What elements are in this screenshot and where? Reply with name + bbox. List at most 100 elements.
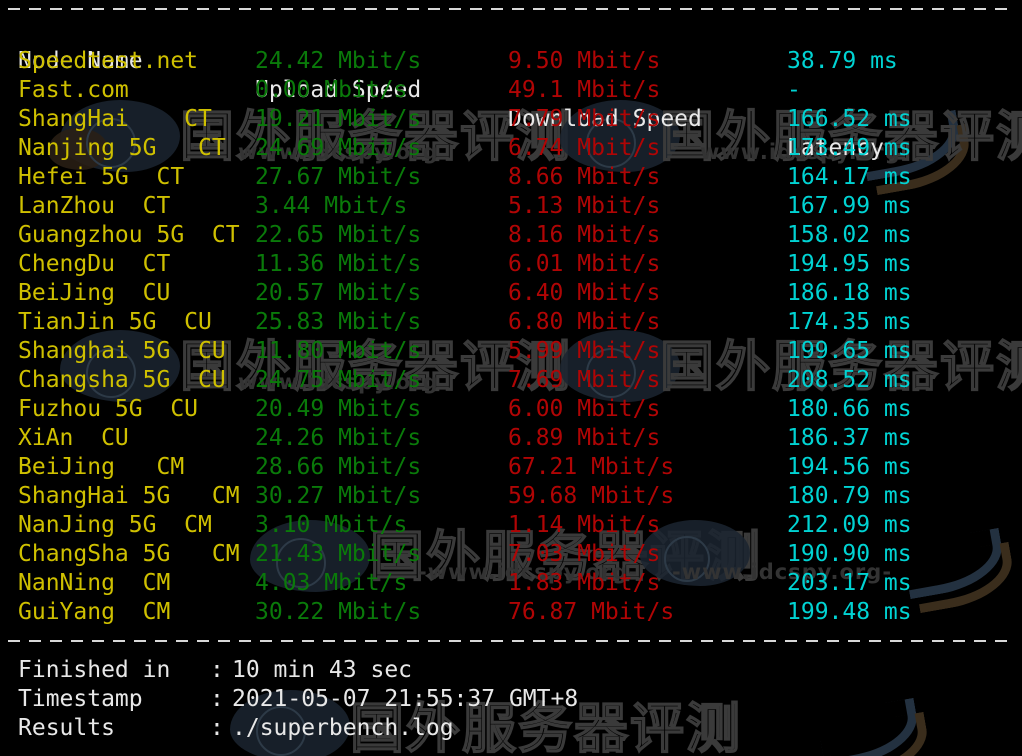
- cell-latency: 38.79 ms: [787, 48, 898, 74]
- cell-node-name: TianJin 5G CU: [18, 309, 212, 335]
- summary-colon: :: [210, 686, 224, 712]
- cell-node-name: Fast.com: [18, 77, 129, 103]
- table-row: ShangHai 5G CM 30.27 Mbit/s 59.68 Mbit/s 18…: [0, 482, 1022, 511]
- cell-download-speed: 6.01 Mbit/s: [508, 251, 661, 277]
- table-row: Hefei 5G CT 27.67 Mbit/s 8.66 Mbit/s 164.17…: [0, 163, 1022, 192]
- cell-upload-speed: 4.03 Mbit/s: [255, 570, 408, 596]
- cell-node-name: NanJing 5G CM: [18, 512, 212, 538]
- cell-upload-speed: 24.69 Mbit/s: [255, 135, 422, 161]
- cell-node-name: ChengDu CT: [18, 251, 171, 277]
- cell-upload-speed: 11.36 Mbit/s: [255, 251, 422, 277]
- cell-latency: 186.18 ms: [787, 280, 912, 306]
- cell-latency: -: [787, 77, 801, 103]
- cell-upload-speed: 25.83 Mbit/s: [255, 309, 422, 335]
- table-row: Fuzhou 5G CU 20.49 Mbit/s 6.00 Mbit/s 180.6…: [0, 395, 1022, 424]
- cell-download-speed: 6.89 Mbit/s: [508, 425, 661, 451]
- cell-latency: 194.56 ms: [787, 454, 912, 480]
- cell-upload-speed: 0.00 Mbit/s: [255, 77, 408, 103]
- cell-upload-speed: 30.27 Mbit/s: [255, 483, 422, 509]
- summary-colon: :: [210, 657, 224, 683]
- cell-download-speed: 6.80 Mbit/s: [508, 309, 661, 335]
- cell-latency: 166.52 ms: [787, 106, 912, 132]
- cell-upload-speed: 27.67 Mbit/s: [255, 164, 422, 190]
- table-row: Speedtest.net 24.42 Mbit/s 9.50 Mbit/s 38.7…: [0, 47, 1022, 76]
- cell-download-speed: 6.00 Mbit/s: [508, 396, 661, 422]
- cell-upload-speed: 28.66 Mbit/s: [255, 454, 422, 480]
- cell-node-name: XiAn CU: [18, 425, 129, 451]
- cell-download-speed: 5.13 Mbit/s: [508, 193, 661, 219]
- cell-node-name: NanNing CM: [18, 570, 171, 596]
- cell-upload-speed: 20.57 Mbit/s: [255, 280, 422, 306]
- table-row: TianJin 5G CU 25.83 Mbit/s 6.80 Mbit/s 174.…: [0, 308, 1022, 337]
- cell-upload-speed: 20.49 Mbit/s: [255, 396, 422, 422]
- cell-download-speed: 6.40 Mbit/s: [508, 280, 661, 306]
- cell-latency: 199.65 ms: [787, 338, 912, 364]
- table-row: ChangSha 5G CM 21.43 Mbit/s 7.03 Mbit/s 190…: [0, 540, 1022, 569]
- summary-value: ./superbench.log: [232, 715, 454, 741]
- cell-latency: 190.90 ms: [787, 541, 912, 567]
- cell-download-speed: 59.68 Mbit/s: [508, 483, 675, 509]
- cell-upload-speed: 24.26 Mbit/s: [255, 425, 422, 451]
- table-row: NanNing CM 4.03 Mbit/s 1.83 Mbit/s 203.17 m…: [0, 569, 1022, 598]
- cell-download-speed: 49.1 Mbit/s: [508, 77, 661, 103]
- terminal-window: 国外服务器评测 www.idcspy.org 国外服务器评测 www.idcsp…: [0, 0, 1022, 756]
- table-row: Changsha 5G CU 24.75 Mbit/s 7.69 Mbit/s 208…: [0, 366, 1022, 395]
- cell-latency: 174.35 ms: [787, 309, 912, 335]
- cell-download-speed: 5.99 Mbit/s: [508, 338, 661, 364]
- cell-node-name: Speedtest.net: [18, 48, 199, 74]
- cell-node-name: Fuzhou 5G CU: [18, 396, 199, 422]
- cell-node-name: ShangHai 5G CM: [18, 483, 240, 509]
- cell-upload-speed: 3.44 Mbit/s: [255, 193, 408, 219]
- table-row: Shanghai 5G CU 11.80 Mbit/s 5.99 Mbit/s 199…: [0, 337, 1022, 366]
- cell-node-name: ShangHai CT: [18, 106, 212, 132]
- table-row: Guangzhou 5G CT 22.65 Mbit/s 8.16 Mbit/s 15…: [0, 221, 1022, 250]
- table-row: BeiJing CU 20.57 Mbit/s 6.40 Mbit/s 186.18 …: [0, 279, 1022, 308]
- cell-download-speed: 6.74 Mbit/s: [508, 135, 661, 161]
- cell-download-speed: 7.03 Mbit/s: [508, 541, 661, 567]
- summary-row: Timestamp:2021-05-07 21:55:37 GMT+8: [0, 685, 1022, 714]
- cell-latency: 180.66 ms: [787, 396, 912, 422]
- cell-node-name: BeiJing CM: [18, 454, 185, 480]
- cell-node-name: Hefei 5G CT: [18, 164, 185, 190]
- cell-latency: 167.99 ms: [787, 193, 912, 219]
- summary-row: Finished in:10 min 43 sec: [0, 656, 1022, 685]
- cell-latency: 164.17 ms: [787, 164, 912, 190]
- cell-node-name: ChangSha 5G CM: [18, 541, 240, 567]
- summary-colon: :: [210, 715, 224, 741]
- summary-label: Timestamp: [18, 686, 143, 712]
- cell-download-speed: 8.66 Mbit/s: [508, 164, 661, 190]
- table-header-row: Node Name Upload Speed Download Speed La…: [0, 18, 1022, 161]
- summary-row: Results: ./superbench.log: [0, 714, 1022, 743]
- table-row: Nanjing 5G CT 24.69 Mbit/s 6.74 Mbit/s 173.…: [0, 134, 1022, 163]
- table-row: ChengDu CT 11.36 Mbit/s 6.01 Mbit/s 194.95 …: [0, 250, 1022, 279]
- cell-download-speed: 1.14 Mbit/s: [508, 512, 661, 538]
- cell-upload-speed: 3.10 Mbit/s: [255, 512, 408, 538]
- cell-download-speed: 67.21 Mbit/s: [508, 454, 675, 480]
- table-row: BeiJing CM 28.66 Mbit/s 67.21 Mbit/s 194.56…: [0, 453, 1022, 482]
- cell-node-name: Changsha 5G CU: [18, 367, 226, 393]
- cell-latency: 180.79 ms: [787, 483, 912, 509]
- summary-label: Results: [18, 715, 115, 741]
- table-row: LanZhou CT 3.44 Mbit/s 5.13 Mbit/s 167.99 m…: [0, 192, 1022, 221]
- table-row: NanJing 5G CM 3.10 Mbit/s 1.14 Mbit/s 212.0…: [0, 511, 1022, 540]
- cell-latency: 203.17 ms: [787, 570, 912, 596]
- cell-download-speed: 76.87 Mbit/s: [508, 599, 675, 625]
- cell-latency: 173.49 ms: [787, 135, 912, 161]
- cell-node-name: LanZhou CT: [18, 193, 171, 219]
- cell-latency: 212.09 ms: [787, 512, 912, 538]
- cell-latency: 208.52 ms: [787, 367, 912, 393]
- table-row: XiAn CU 24.26 Mbit/s 6.89 Mbit/s 186.37 ms: [0, 424, 1022, 453]
- summary-value: 10 min 43 sec: [232, 657, 413, 683]
- cell-node-name: Nanjing 5G CT: [18, 135, 226, 161]
- cell-node-name: GuiYang CM: [18, 599, 171, 625]
- separator-top: [8, 8, 1014, 10]
- cell-upload-speed: 19.21 Mbit/s: [255, 106, 422, 132]
- cell-upload-speed: 11.80 Mbit/s: [255, 338, 422, 364]
- cell-download-speed: 7.69 Mbit/s: [508, 367, 661, 393]
- cell-download-speed: 8.16 Mbit/s: [508, 222, 661, 248]
- cell-node-name: Guangzhou 5G CT: [18, 222, 240, 248]
- cell-latency: 199.48 ms: [787, 599, 912, 625]
- cell-upload-speed: 22.65 Mbit/s: [255, 222, 422, 248]
- cell-upload-speed: 30.22 Mbit/s: [255, 599, 422, 625]
- cell-upload-speed: 21.43 Mbit/s: [255, 541, 422, 567]
